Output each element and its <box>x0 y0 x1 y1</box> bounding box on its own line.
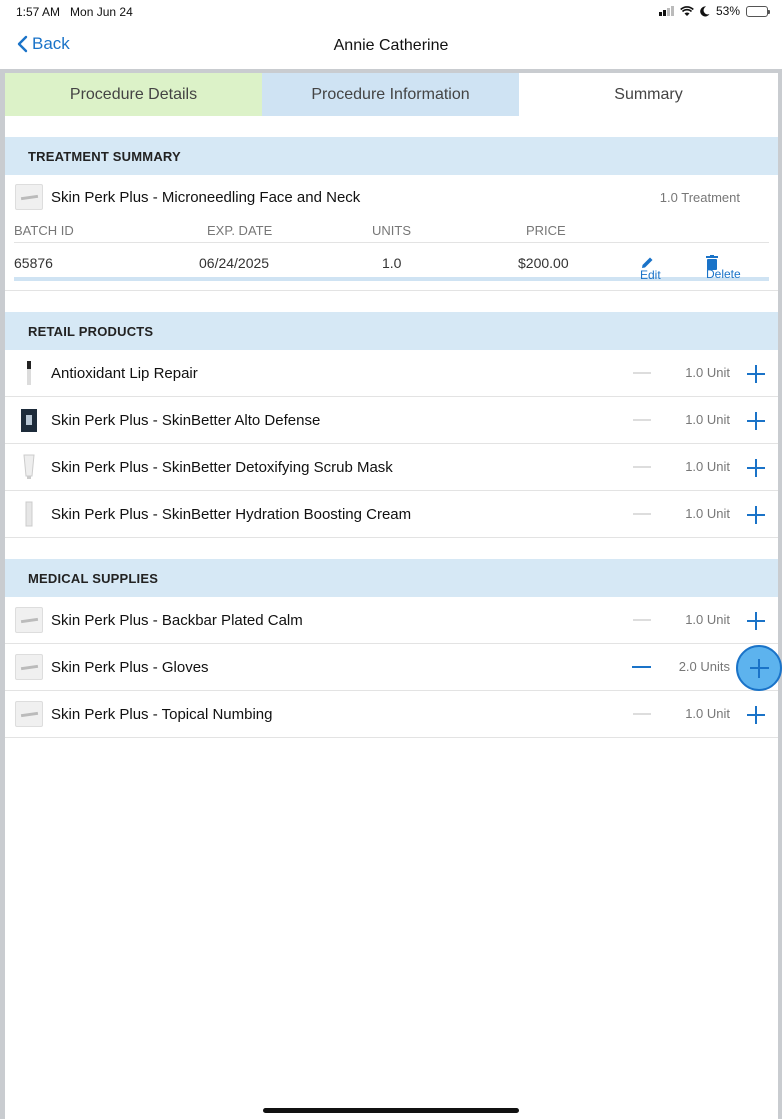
scrub-mask-thumbnail <box>15 454 43 480</box>
decrease-button[interactable] <box>633 372 651 374</box>
status-time: 1:57 AM <box>16 5 61 19</box>
tab-procedure-details[interactable]: Procedure Details <box>5 73 262 116</box>
item-quantity: 1.0 Unit <box>685 706 730 721</box>
item-quantity: 1.0 Unit <box>685 365 730 380</box>
item-name: Skin Perk Plus - SkinBetter Hydration Bo… <box>51 505 412 523</box>
increase-button[interactable] <box>739 498 773 532</box>
list-item: Skin Perk Plus - SkinBetter Hydration Bo… <box>5 491 778 538</box>
navigation-bar: Back Annie Catherine <box>0 24 782 68</box>
treatment-quantity: 1.0 Treatment <box>659 189 740 205</box>
item-quantity: 2.0 Units <box>678 659 730 674</box>
wifi-icon <box>680 5 694 16</box>
list-item: Skin Perk Plus - Topical Numbing 1.0 Uni… <box>5 691 778 738</box>
delete-button[interactable]: Delete <box>706 255 741 281</box>
price-value: $200.00 <box>518 255 569 271</box>
column-exp-date: EXP. DATE <box>207 223 273 238</box>
batch-row: 65876 06/24/2025 1.0 $200.00 Edit Delete <box>14 243 769 282</box>
edit-label: Edit <box>640 268 661 282</box>
item-quantity: 1.0 Unit <box>685 459 730 474</box>
product-thumbnail <box>15 607 43 633</box>
product-thumbnail <box>15 184 43 210</box>
cellular-signal-icon <box>658 6 674 16</box>
list-item: Skin Perk Plus - Gloves 2.0 Units <box>5 644 782 691</box>
content-frame: Procedure Details Procedure Information … <box>0 69 782 1119</box>
column-batch-id: BATCH ID <box>14 223 74 238</box>
batch-table-header: BATCH ID EXP. DATE UNITS PRICE <box>14 219 769 243</box>
battery-percent: 53% <box>715 4 740 18</box>
battery-icon <box>746 5 770 17</box>
tab-summary[interactable]: Summary <box>519 73 778 116</box>
status-date: Mon Jun 24 <box>70 5 133 19</box>
exp-date-value: 06/24/2025 <box>199 255 270 271</box>
item-name: Skin Perk Plus - SkinBetter Alto Defense <box>51 411 321 429</box>
decrease-button[interactable] <box>632 666 651 668</box>
list-item: Skin Perk Plus - SkinBetter Detoxifying … <box>5 444 778 491</box>
treatment-summary-header: TREATMENT SUMMARY <box>5 137 778 175</box>
increase-button[interactable] <box>736 645 782 691</box>
list-item: Skin Perk Plus - SkinBetter Alto Defense… <box>5 397 778 444</box>
medical-supplies-header: MEDICAL SUPPLIES <box>5 559 778 597</box>
page-title: Annie Catherine <box>333 37 449 54</box>
product-thumbnail <box>15 654 43 680</box>
decrease-button[interactable] <box>633 619 651 621</box>
item-name: Skin Perk Plus - Topical Numbing <box>51 705 273 723</box>
decrease-button[interactable] <box>633 513 651 515</box>
item-quantity: 1.0 Unit <box>685 506 730 521</box>
tab-bar: Procedure Details Procedure Information … <box>5 73 778 116</box>
item-name: Skin Perk Plus - SkinBetter Detoxifying … <box>51 458 393 476</box>
moon-icon <box>700 5 710 16</box>
lip-repair-thumbnail <box>15 360 43 386</box>
item-name: Antioxidant Lip Repair <box>51 364 198 382</box>
delete-label: Delete <box>706 267 741 281</box>
decrease-button[interactable] <box>633 466 651 468</box>
item-name: Skin Perk Plus - Backbar Plated Calm <box>51 611 303 629</box>
increase-button[interactable] <box>739 604 773 638</box>
batch-id-value: 65876 <box>14 255 53 271</box>
decrease-button[interactable] <box>633 419 651 421</box>
units-value: 1.0 <box>382 255 402 271</box>
treatment-item: Skin Perk Plus - Microneedling Face and … <box>5 175 778 219</box>
product-thumbnail <box>15 701 43 727</box>
content-panel: Procedure Details Procedure Information … <box>5 73 782 1119</box>
decrease-button[interactable] <box>633 713 651 715</box>
increase-button[interactable] <box>739 698 773 732</box>
status-indicators: 53% <box>658 4 770 18</box>
alto-defense-thumbnail <box>15 407 43 433</box>
hydration-cream-thumbnail <box>15 501 43 527</box>
increase-button[interactable] <box>739 404 773 438</box>
column-price: PRICE <box>526 223 566 238</box>
item-quantity: 1.0 Unit <box>685 412 730 427</box>
item-name: Skin Perk Plus - Gloves <box>51 658 209 676</box>
edit-button[interactable]: Edit <box>640 256 661 282</box>
home-indicator <box>263 1108 519 1113</box>
list-item: Skin Perk Plus - Backbar Plated Calm 1.0… <box>5 597 778 644</box>
list-item: Antioxidant Lip Repair 1.0 Unit <box>5 350 778 397</box>
tab-procedure-information[interactable]: Procedure Information <box>262 73 519 116</box>
column-units: UNITS <box>372 223 411 238</box>
increase-button[interactable] <box>739 357 773 391</box>
treatment-name: Skin Perk Plus - Microneedling Face and … <box>51 188 361 206</box>
status-bar: 1:57 AM Mon Jun 24 53% <box>0 0 782 24</box>
item-quantity: 1.0 Unit <box>685 612 730 627</box>
retail-products-header: RETAIL PRODUCTS <box>5 312 778 350</box>
increase-button[interactable] <box>739 451 773 485</box>
